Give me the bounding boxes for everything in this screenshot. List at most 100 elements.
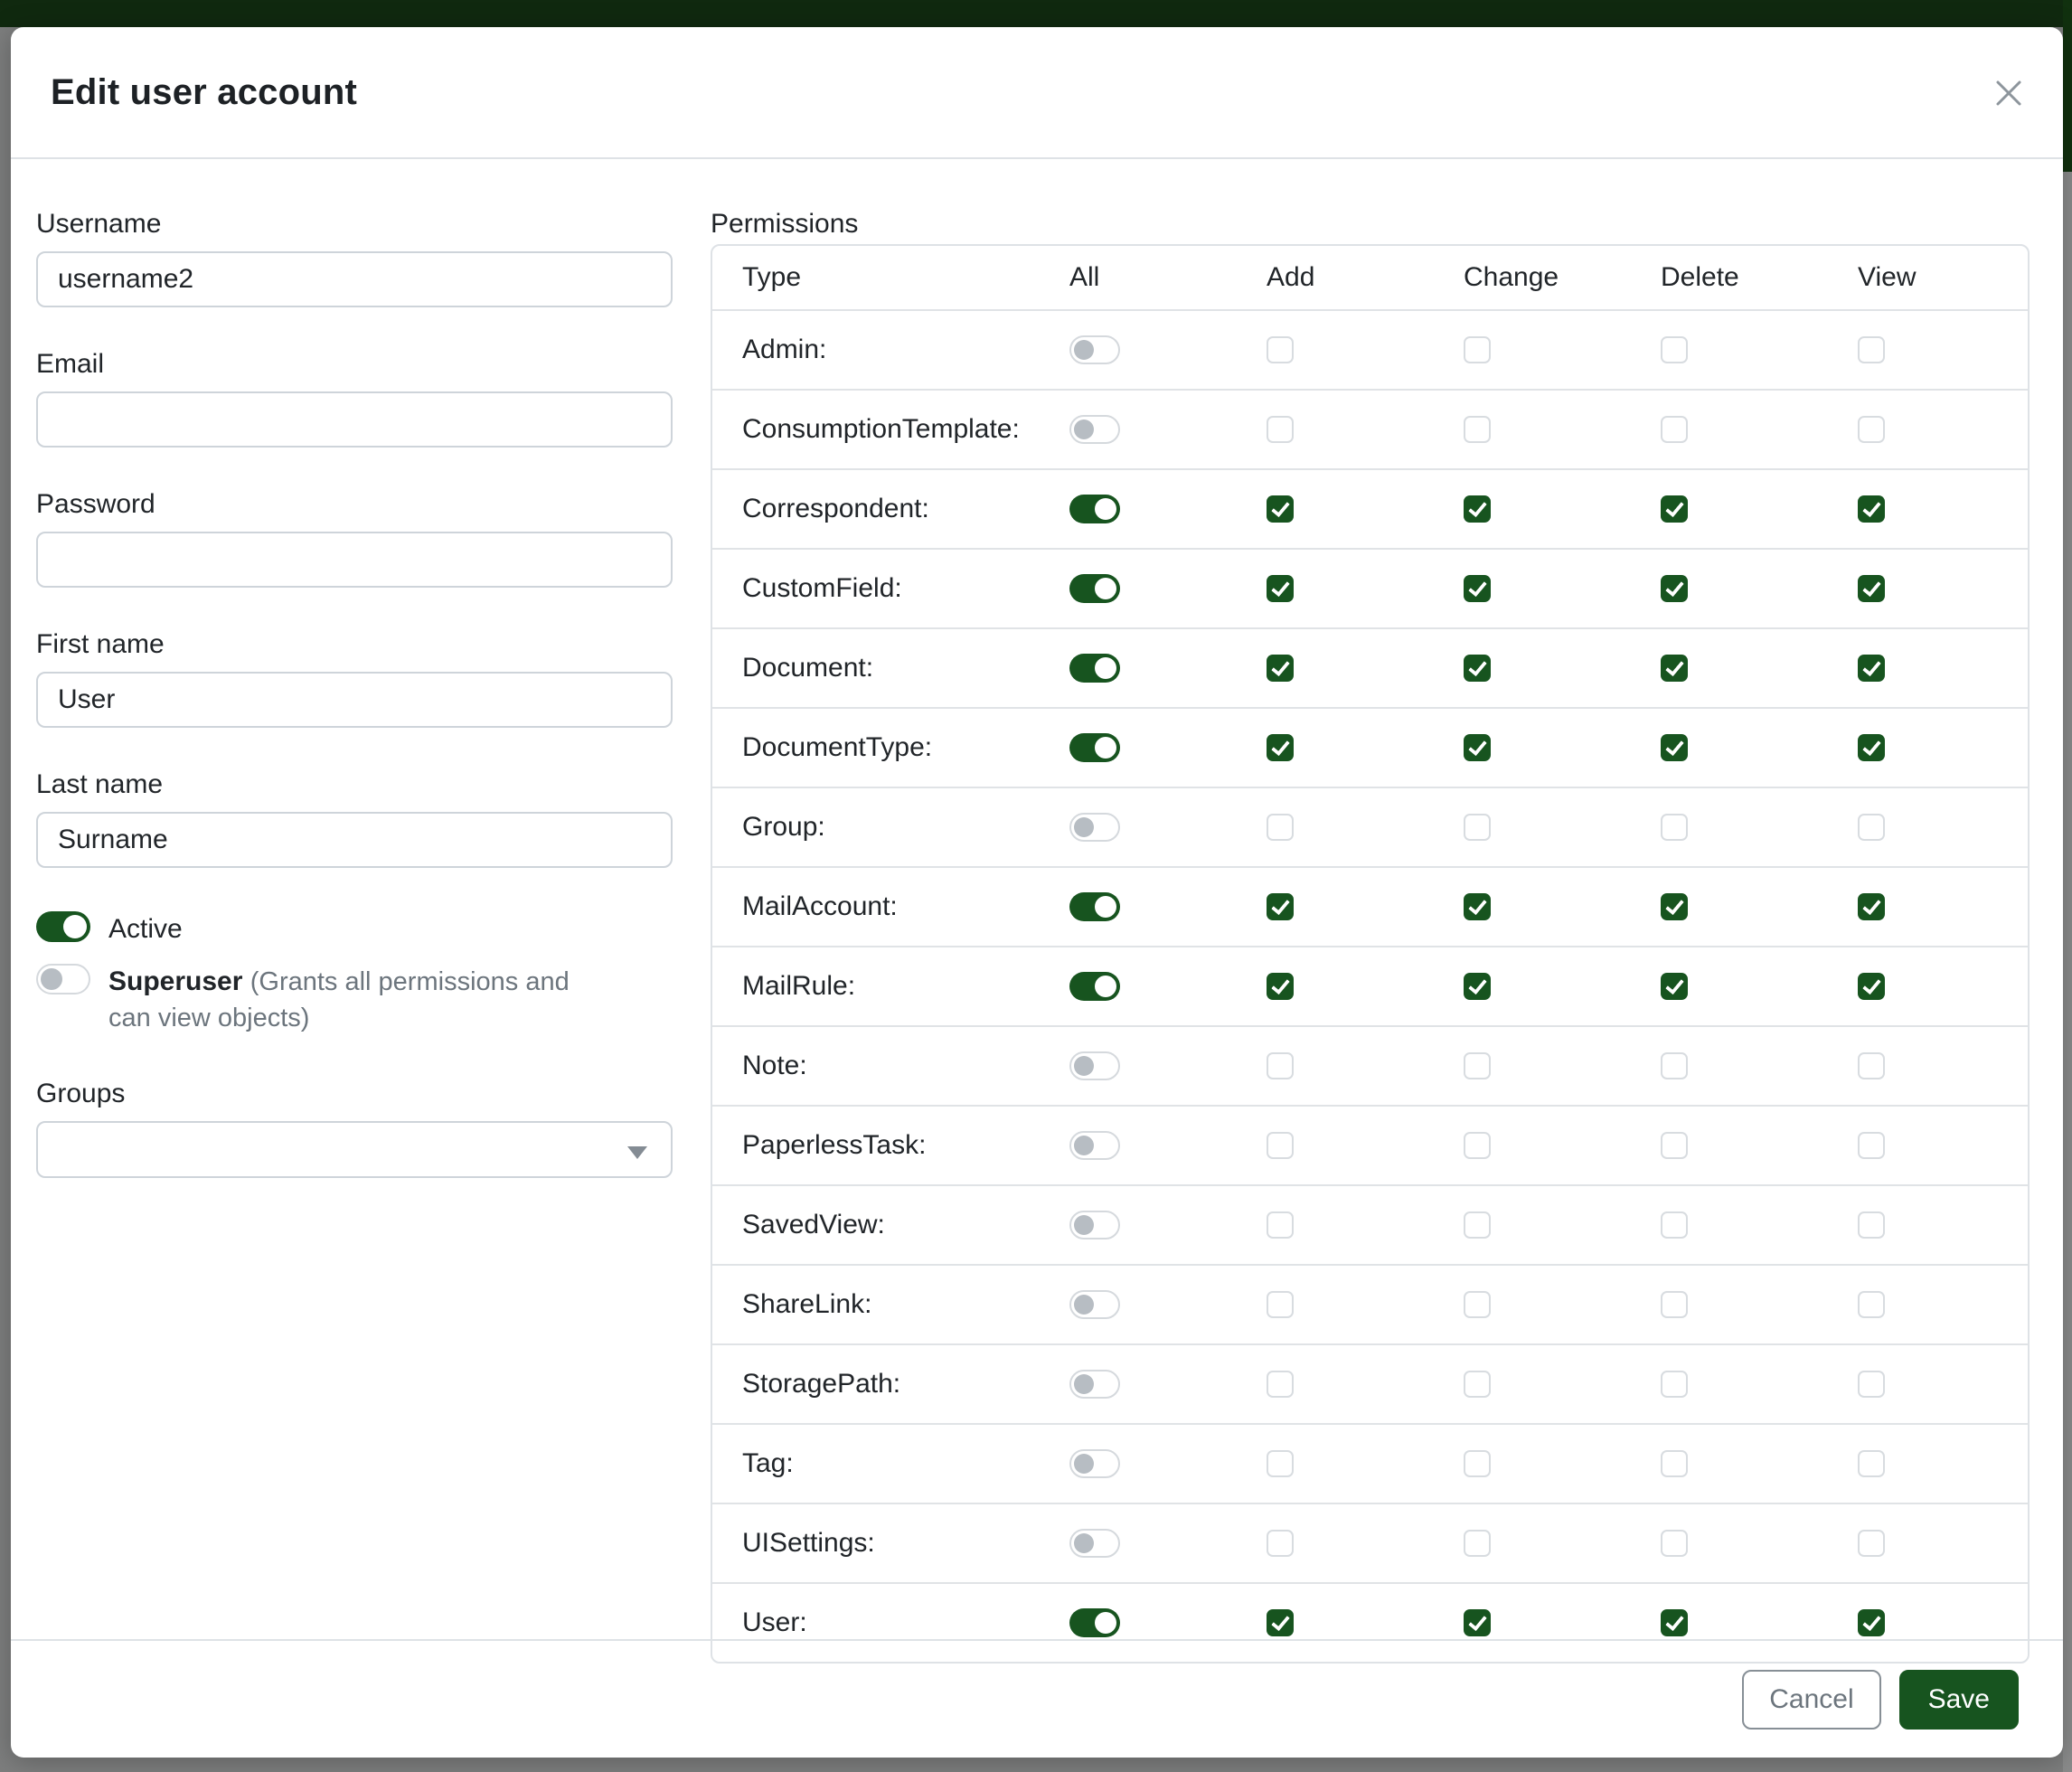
permission-delete-checkbox[interactable]: [1661, 1052, 1688, 1079]
close-button[interactable]: [1980, 65, 2038, 123]
permission-add-checkbox[interactable]: [1267, 1052, 1294, 1079]
permission-view-checkbox[interactable]: [1858, 973, 1885, 1000]
permission-all-toggle[interactable]: [1069, 972, 1120, 1001]
permission-change-checkbox[interactable]: [1464, 1211, 1491, 1239]
permission-add-checkbox[interactable]: [1267, 336, 1294, 363]
permission-delete-checkbox[interactable]: [1661, 495, 1688, 523]
username-input[interactable]: [36, 251, 673, 307]
permission-delete-checkbox[interactable]: [1661, 973, 1688, 1000]
permission-add-checkbox[interactable]: [1267, 734, 1294, 761]
permission-delete-checkbox[interactable]: [1661, 1450, 1688, 1477]
permission-change-checkbox[interactable]: [1464, 1609, 1491, 1636]
permission-view-checkbox[interactable]: [1858, 1291, 1885, 1318]
browser-scrollbar[interactable]: [2063, 172, 2072, 1772]
permission-add-checkbox[interactable]: [1267, 1211, 1294, 1239]
permission-add-checkbox[interactable]: [1267, 1530, 1294, 1557]
permission-add-checkbox[interactable]: [1267, 416, 1294, 443]
permission-all-toggle[interactable]: [1069, 1290, 1120, 1319]
permission-change-checkbox[interactable]: [1464, 1450, 1491, 1477]
permission-add-checkbox[interactable]: [1267, 1609, 1294, 1636]
save-button[interactable]: Save: [1899, 1670, 2019, 1730]
permission-delete-checkbox[interactable]: [1661, 734, 1688, 761]
permission-delete-checkbox[interactable]: [1661, 575, 1688, 602]
permission-change-checkbox[interactable]: [1464, 336, 1491, 363]
permission-change-checkbox[interactable]: [1464, 495, 1491, 523]
permission-change-checkbox[interactable]: [1464, 1291, 1491, 1318]
permission-change-checkbox[interactable]: [1464, 655, 1491, 682]
permission-add-checkbox[interactable]: [1267, 655, 1294, 682]
permission-view-checkbox[interactable]: [1858, 1132, 1885, 1159]
permission-view-checkbox[interactable]: [1858, 1371, 1885, 1398]
permission-change-checkbox[interactable]: [1464, 1530, 1491, 1557]
permission-add-checkbox[interactable]: [1267, 1371, 1294, 1398]
permission-delete-checkbox[interactable]: [1661, 1211, 1688, 1239]
permission-delete-checkbox[interactable]: [1661, 1609, 1688, 1636]
permission-add-checkbox[interactable]: [1267, 814, 1294, 841]
permission-change-checkbox[interactable]: [1464, 416, 1491, 443]
cancel-button[interactable]: Cancel: [1742, 1670, 1880, 1730]
first-name-input[interactable]: [36, 672, 673, 728]
permission-delete-checkbox[interactable]: [1661, 1132, 1688, 1159]
email-input[interactable]: [36, 391, 673, 448]
permission-view-checkbox[interactable]: [1858, 1211, 1885, 1239]
permission-delete-checkbox[interactable]: [1661, 1371, 1688, 1398]
permission-change-checkbox[interactable]: [1464, 814, 1491, 841]
permission-add-checkbox[interactable]: [1267, 973, 1294, 1000]
permission-type-label: User:: [712, 1607, 1069, 1638]
permission-add-checkbox[interactable]: [1267, 1132, 1294, 1159]
permission-view-checkbox[interactable]: [1858, 893, 1885, 920]
permission-change-checkbox[interactable]: [1464, 734, 1491, 761]
permission-all-toggle[interactable]: [1069, 813, 1120, 842]
permission-view-checkbox[interactable]: [1858, 575, 1885, 602]
permission-change-checkbox[interactable]: [1464, 893, 1491, 920]
permission-all-toggle[interactable]: [1069, 1211, 1120, 1239]
permission-view-checkbox[interactable]: [1858, 1609, 1885, 1636]
last-name-input[interactable]: [36, 812, 673, 868]
permission-view-checkbox[interactable]: [1858, 734, 1885, 761]
permission-view-checkbox[interactable]: [1858, 1530, 1885, 1557]
permission-delete-checkbox[interactable]: [1661, 336, 1688, 363]
permission-delete-checkbox[interactable]: [1661, 416, 1688, 443]
permission-all-toggle[interactable]: [1069, 892, 1120, 921]
permission-all-toggle[interactable]: [1069, 1370, 1120, 1399]
permission-view-checkbox[interactable]: [1858, 495, 1885, 523]
permission-all-toggle[interactable]: [1069, 415, 1120, 444]
toggle-knob: [1074, 1136, 1094, 1155]
permission-all-toggle[interactable]: [1069, 574, 1120, 603]
permission-add-checkbox[interactable]: [1267, 575, 1294, 602]
active-toggle[interactable]: [36, 911, 90, 942]
permission-change-checkbox[interactable]: [1464, 973, 1491, 1000]
permission-add-checkbox[interactable]: [1267, 1450, 1294, 1477]
groups-select[interactable]: [36, 1121, 673, 1178]
permission-delete-checkbox[interactable]: [1661, 1291, 1688, 1318]
permission-change-checkbox[interactable]: [1464, 1132, 1491, 1159]
permission-view-checkbox[interactable]: [1858, 1052, 1885, 1079]
permission-delete-checkbox[interactable]: [1661, 1530, 1688, 1557]
permission-delete-checkbox[interactable]: [1661, 893, 1688, 920]
permission-all-toggle[interactable]: [1069, 335, 1120, 364]
toggle-knob: [1074, 1056, 1094, 1076]
permission-delete-checkbox[interactable]: [1661, 655, 1688, 682]
permission-all-toggle[interactable]: [1069, 1449, 1120, 1478]
password-input[interactable]: [36, 532, 673, 588]
permission-view-checkbox[interactable]: [1858, 416, 1885, 443]
permission-change-checkbox[interactable]: [1464, 1052, 1491, 1079]
permission-view-checkbox[interactable]: [1858, 336, 1885, 363]
permission-add-checkbox[interactable]: [1267, 1291, 1294, 1318]
permission-all-toggle[interactable]: [1069, 1131, 1120, 1160]
permission-view-checkbox[interactable]: [1858, 655, 1885, 682]
permission-view-checkbox[interactable]: [1858, 1450, 1885, 1477]
permission-all-toggle[interactable]: [1069, 1051, 1120, 1080]
permission-add-checkbox[interactable]: [1267, 495, 1294, 523]
permission-all-toggle[interactable]: [1069, 1608, 1120, 1637]
permission-view-checkbox[interactable]: [1858, 814, 1885, 841]
permission-delete-checkbox[interactable]: [1661, 814, 1688, 841]
permission-all-toggle[interactable]: [1069, 733, 1120, 762]
permission-change-checkbox[interactable]: [1464, 575, 1491, 602]
permission-change-checkbox[interactable]: [1464, 1371, 1491, 1398]
permission-all-toggle[interactable]: [1069, 1529, 1120, 1558]
superuser-toggle[interactable]: [36, 964, 90, 994]
permission-all-toggle[interactable]: [1069, 654, 1120, 683]
permission-all-toggle[interactable]: [1069, 495, 1120, 523]
permission-add-checkbox[interactable]: [1267, 893, 1294, 920]
